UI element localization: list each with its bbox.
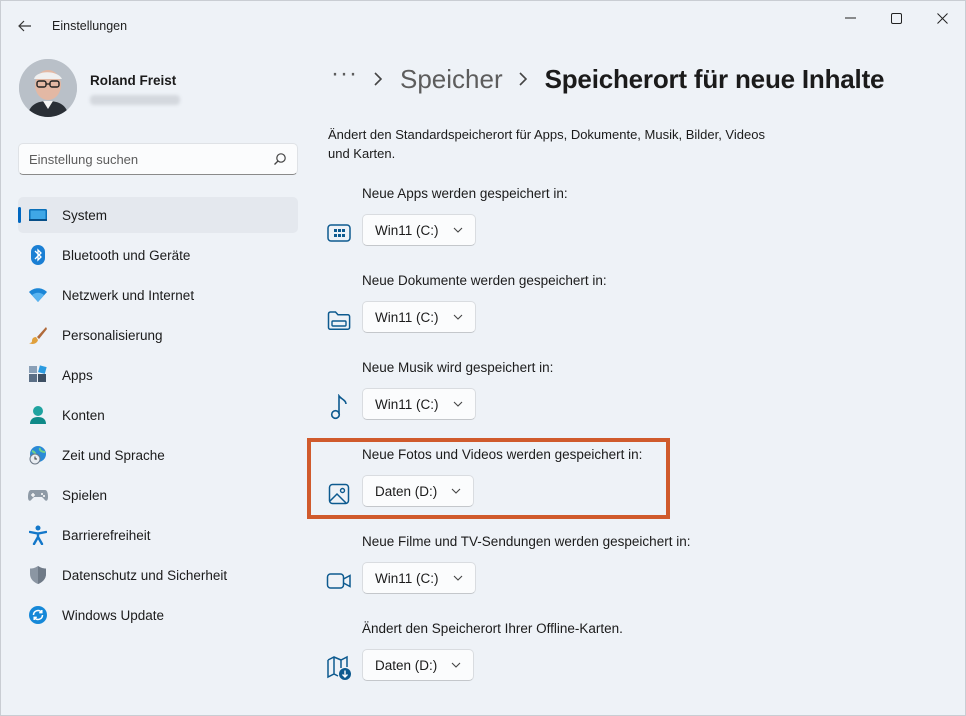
maps-location-dropdown[interactable]: Daten (D:) [362, 649, 475, 681]
sidebar-item-label: Windows Update [62, 608, 165, 623]
setting-new-documents: Neue Dokumente werden gespeichert in: Wi… [325, 273, 745, 345]
sidebar-item-label: Spielen [62, 488, 108, 503]
minimize-icon [844, 17, 856, 19]
chevron-right-icon [519, 72, 531, 86]
movies-tv-location-dropdown[interactable]: Win11 (C:) [362, 562, 476, 594]
sidebar-item-time-language[interactable]: Zeit und Sprache [18, 437, 298, 473]
apps-drive-icon [325, 219, 353, 247]
chevron-down-icon [453, 314, 463, 320]
sidebar-item-label: Apps [62, 368, 93, 383]
chevron-down-icon [453, 575, 463, 581]
page-title: Speicherort für neue Inhalte [544, 63, 885, 94]
setting-new-apps: Neue Apps werden gespeichert in: Win11 (… [325, 186, 745, 258]
window-controls [827, 1, 965, 35]
maximize-button[interactable] [873, 1, 919, 35]
chevron-down-icon [453, 227, 463, 233]
system-icon [28, 205, 48, 225]
setting-label: Neue Filme und TV-Sendungen werden gespe… [362, 534, 691, 549]
gamepad-icon [28, 485, 48, 505]
search-box[interactable] [18, 143, 298, 175]
back-button[interactable] [11, 13, 39, 39]
video-camera-icon [325, 567, 353, 595]
sidebar-item-bluetooth[interactable]: Bluetooth und Geräte [18, 237, 298, 273]
dropdown-value: Win11 (C:) [375, 222, 439, 238]
search-icon[interactable] [273, 152, 287, 166]
dropdown-value: Win11 (C:) [375, 396, 439, 412]
sidebar-item-label: Datenschutz und Sicherheit [62, 568, 228, 583]
active-indicator [18, 207, 21, 223]
avatar [19, 59, 77, 117]
back-arrow-icon [18, 20, 31, 32]
setting-label: Neue Apps werden gespeichert in: [362, 186, 568, 201]
close-icon [936, 12, 948, 24]
sidebar-item-label: Konten [62, 408, 105, 423]
setting-new-music: Neue Musik wird gespeichert in: Win11 (C… [325, 360, 745, 432]
apps-icon [28, 365, 48, 385]
minimize-button[interactable] [827, 1, 873, 35]
person-icon [28, 405, 48, 425]
user-name: Roland Freist [90, 73, 177, 88]
sidebar-item-label: Zeit und Sprache [62, 448, 165, 463]
chevron-down-icon [453, 401, 463, 407]
sidebar-item-privacy[interactable]: Datenschutz und Sicherheit [18, 557, 298, 593]
sidebar-item-label: Personalisierung [62, 328, 163, 343]
sidebar-item-personalization[interactable]: Personalisierung [18, 317, 298, 353]
sidebar-nav: System Bluetooth und Geräte Netzwerk und… [18, 197, 298, 637]
chevron-right-icon [374, 72, 386, 86]
sidebar-item-label: Netzwerk und Internet [62, 288, 195, 303]
setting-label: Neue Dokumente werden gespeichert in: [362, 273, 607, 288]
main-content: ··· Speicher Speicherort für neue Inhalt… [313, 49, 965, 716]
close-button[interactable] [919, 1, 965, 35]
setting-new-movies-tv: Neue Filme und TV-Sendungen werden gespe… [325, 534, 745, 606]
apps-location-dropdown[interactable]: Win11 (C:) [362, 214, 476, 246]
folder-icon [325, 306, 353, 334]
sidebar-item-accounts[interactable]: Konten [18, 397, 298, 433]
title-bar: Einstellungen [1, 1, 965, 49]
breadcrumb: ··· Speicher Speicherort für neue Inhalt… [331, 60, 885, 97]
breadcrumb-parent-link[interactable]: Speicher [400, 64, 503, 95]
setting-label: Neue Musik wird gespeichert in: [362, 360, 554, 375]
sidebar-item-label: Bluetooth und Geräte [62, 248, 191, 263]
sidebar-item-label: System [62, 208, 108, 223]
dropdown-value: Daten (D:) [375, 657, 438, 673]
sidebar-item-gaming[interactable]: Spielen [18, 477, 298, 513]
chevron-down-icon [451, 662, 461, 668]
sidebar: Roland Freist System Bluetooth und Gerät… [1, 49, 313, 716]
user-email-blurred [90, 95, 180, 105]
sidebar-item-network[interactable]: Netzwerk und Internet [18, 277, 298, 313]
map-download-icon [325, 654, 353, 682]
sidebar-item-apps[interactable]: Apps [18, 357, 298, 393]
music-location-dropdown[interactable]: Win11 (C:) [362, 388, 476, 420]
sync-icon [28, 605, 48, 625]
settings-window: Einstellungen Roland Freist Einstellung … [0, 0, 966, 716]
globe-clock-icon [28, 445, 48, 465]
sidebar-item-windows-update[interactable]: Windows Update [18, 597, 298, 633]
setting-label: Ändert den Speicherort Ihrer Offline-Kar… [362, 621, 623, 636]
dropdown-value: Win11 (C:) [375, 309, 439, 325]
setting-offline-maps: Ändert den Speicherort Ihrer Offline-Kar… [325, 621, 745, 693]
shield-icon [28, 565, 48, 585]
sidebar-item-label: Barrierefreiheit [62, 528, 151, 543]
music-note-icon [325, 393, 353, 421]
highlight-box-annotation [307, 438, 670, 519]
app-title: Einstellungen [52, 19, 128, 33]
user-profile[interactable]: Roland Freist [19, 59, 299, 119]
maximize-icon [890, 12, 902, 24]
documents-location-dropdown[interactable]: Win11 (C:) [362, 301, 476, 333]
brush-icon [28, 325, 48, 345]
page-description: Ändert den Standardspeicherort für Apps,… [328, 127, 765, 161]
dropdown-value: Win11 (C:) [375, 570, 439, 586]
sidebar-item-system[interactable]: System [18, 197, 298, 233]
breadcrumb-more-button[interactable]: ··· [331, 60, 358, 88]
bluetooth-icon [28, 245, 48, 265]
sidebar-item-accessibility[interactable]: Barrierefreiheit [18, 517, 298, 553]
search-input[interactable] [29, 144, 259, 174]
wifi-icon [28, 285, 48, 305]
accessibility-icon [28, 525, 48, 545]
